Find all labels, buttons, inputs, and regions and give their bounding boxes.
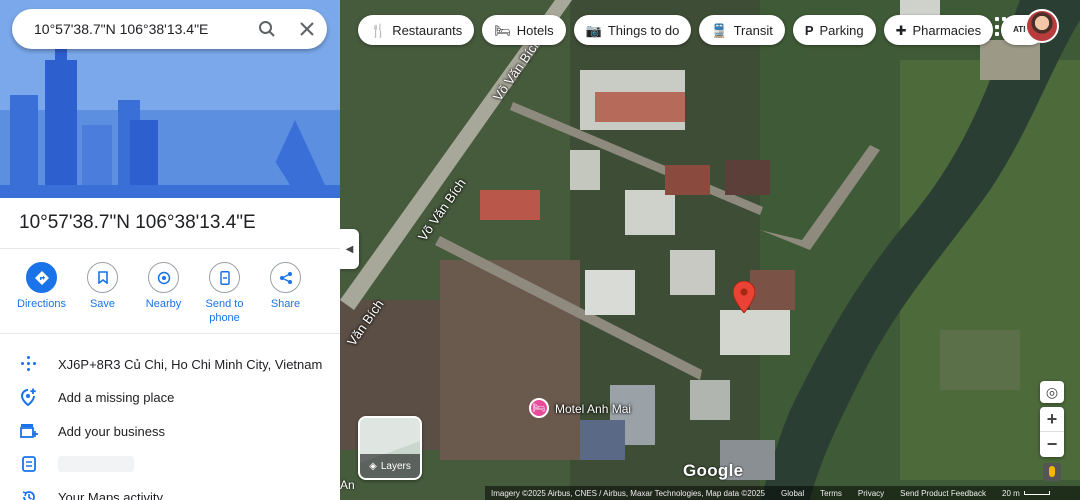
search-input[interactable]: 10°57'38.7"N 106°38'13.4"E: [34, 21, 247, 37]
maps-activity-row[interactable]: Your Maps activity: [0, 480, 340, 500]
transit-icon: 🚆: [711, 22, 728, 38]
satellite-imagery: [340, 0, 1080, 500]
camera-icon: 📷: [585, 22, 602, 38]
label-row[interactable]: [0, 447, 340, 481]
chip-hotels[interactable]: 🛏 Hotels: [482, 15, 566, 45]
scale-label: 20 m: [1002, 488, 1020, 498]
zoom-in-button[interactable]: +: [1040, 407, 1064, 432]
chip-label: Parking: [819, 22, 864, 38]
chip-transit[interactable]: 🚆 Transit: [699, 15, 785, 45]
action-label: Directions: [17, 298, 66, 310]
layers-label: Layers: [380, 460, 411, 472]
share-icon: [270, 262, 301, 293]
divider: [0, 333, 340, 334]
plus-code-icon: [21, 356, 37, 372]
plus-code-row[interactable]: XJ6P+8R3 Củ Chi, Ho Chi Minh City, Vietn…: [0, 347, 340, 381]
history-icon: [22, 491, 35, 500]
chip-things-to-do[interactable]: 📷 Things to do: [573, 15, 692, 45]
location-pin-icon[interactable]: [733, 281, 755, 313]
chip-label: Things to do: [607, 22, 680, 38]
pharmacy-icon: ✚: [895, 22, 907, 38]
chip-label: Hotels: [516, 22, 554, 38]
my-location-button[interactable]: ◎: [1040, 381, 1064, 403]
footer-link-global[interactable]: Global: [781, 489, 804, 498]
directions-button[interactable]: Directions: [17, 262, 66, 325]
chip-restaurants[interactable]: 🍴 Restaurants: [358, 15, 475, 45]
page-title: 10°57'38.7"N 106°38'13.4"E: [19, 212, 256, 233]
footer-link-privacy[interactable]: Privacy: [858, 489, 884, 498]
zoom-out-button[interactable]: −: [1040, 432, 1064, 457]
scale-bar[interactable]: 20 m: [1002, 489, 1050, 498]
my-location-icon: ◎: [1045, 383, 1059, 400]
search-icon[interactable]: [247, 9, 287, 49]
poi-hotel-icon[interactable]: 🛏: [529, 398, 549, 418]
add-business-text: Add your business: [58, 423, 165, 439]
plus-code-text: XJ6P+8R3 Củ Chi, Ho Chi Minh City, Vietn…: [58, 356, 323, 372]
layers-button[interactable]: ◈ Layers: [358, 416, 422, 480]
footer-link-terms[interactable]: Terms: [820, 489, 842, 498]
footer-link-feedback[interactable]: Send Product Feedback: [900, 489, 986, 498]
directions-icon: [26, 262, 57, 293]
chip-parking[interactable]: P Parking: [792, 15, 876, 45]
chip-label: Transit: [733, 22, 773, 38]
action-label: Nearby: [145, 298, 182, 310]
send-to-phone-icon: [209, 262, 240, 293]
pegman-icon[interactable]: [1043, 463, 1061, 481]
category-chips: 🍴 Restaurants 🛏 Hotels 📷 Things to do 🚆 …: [358, 15, 1046, 45]
add-business-row[interactable]: Add your business: [0, 414, 340, 448]
map-edge-label: An: [340, 478, 355, 492]
avatar[interactable]: [1025, 9, 1059, 43]
add-business-icon: [20, 424, 38, 438]
apps-grid-icon[interactable]: [995, 17, 1015, 37]
zoom-controls: + −: [1040, 407, 1064, 457]
divider: [0, 248, 340, 249]
send-to-phone-button[interactable]: Send to phone: [201, 262, 248, 325]
parking-icon: P: [804, 22, 814, 38]
place-panel: 10°57'38.7"N 106°38'13.4"E 10°57'38.7"N …: [0, 0, 340, 500]
nearby-icon: [148, 262, 179, 293]
chip-pharmacies[interactable]: ✚ Pharmacies: [883, 15, 994, 45]
bookmark-icon: [87, 262, 118, 293]
restaurant-icon: 🍴: [370, 22, 387, 38]
google-logo: Google: [683, 461, 744, 480]
poi-label[interactable]: Motel Anh Mai: [555, 402, 631, 416]
label-placeholder: [58, 456, 134, 472]
add-missing-place-text: Add a missing place: [58, 389, 175, 405]
attribution: Imagery ©2025 Airbus, CNES / Airbus, Max…: [491, 488, 766, 498]
nearby-button[interactable]: Nearby: [140, 262, 187, 325]
chip-label: Restaurants: [392, 22, 463, 38]
action-label: Save: [89, 298, 116, 310]
scale-line: [1023, 491, 1050, 495]
add-missing-place-row[interactable]: Add a missing place: [0, 380, 340, 414]
hotel-icon: 🛏: [494, 22, 511, 38]
map-canvas[interactable]: Võ Văn Bích Võ Văn Bích Văn Bích: [340, 0, 1080, 500]
action-label: Send to phone: [205, 298, 244, 324]
search-box[interactable]: 10°57'38.7"N 106°38'13.4"E: [12, 9, 327, 49]
map-footer: Imagery ©2025 Airbus, CNES / Airbus, Max…: [485, 486, 1080, 500]
action-buttons: Directions Save Nearby Send to phone Sha…: [17, 262, 309, 325]
maps-activity-text: Your Maps activity: [58, 489, 164, 500]
label-icon: [22, 456, 36, 472]
save-button[interactable]: Save: [79, 262, 126, 325]
chip-label: Pharmacies: [912, 22, 982, 38]
add-place-icon: [21, 388, 36, 406]
action-label: Share: [270, 298, 301, 310]
collapse-panel-button[interactable]: ◀: [340, 229, 359, 269]
layers-icon: ◈: [369, 460, 377, 472]
share-button[interactable]: Share: [262, 262, 309, 325]
close-icon[interactable]: [287, 9, 327, 49]
chevron-left-icon: ◀: [345, 243, 354, 255]
